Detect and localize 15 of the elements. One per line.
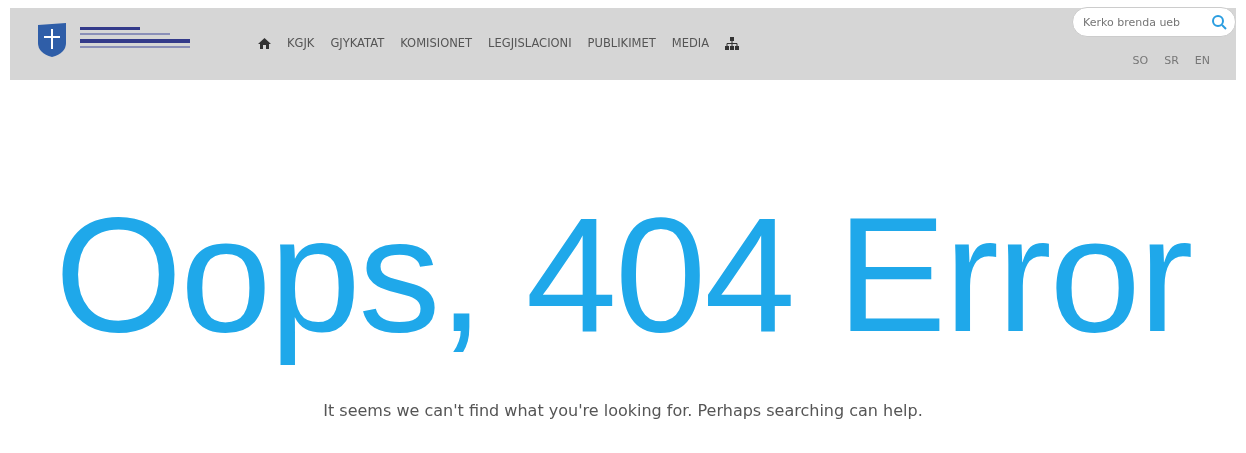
error-message: It seems we can't find what you're looking for. Perhaps searching can help.	[322, 400, 924, 422]
language-link[interactable]: EN	[1194, 53, 1210, 70]
search-field[interactable]: Kerko brenda ueb	[1072, 7, 1236, 37]
sitemap-icon[interactable]	[725, 37, 740, 51]
home-icon[interactable]	[258, 38, 271, 50]
nav-link[interactable]: KGJK	[287, 35, 315, 53]
error-heading: Oops, 404 Error	[54, 182, 1192, 368]
language-link[interactable]: SO	[1132, 53, 1149, 70]
nav-link[interactable]: GJYKATAT	[330, 35, 385, 53]
language-link[interactable]: SR	[1164, 53, 1179, 70]
nav-link[interactable]: MEDIA	[671, 35, 710, 53]
search-icon[interactable]	[1211, 14, 1227, 30]
nav-link[interactable]: KOMISIONET	[400, 35, 473, 53]
nav-link[interactable]: PUBLIKIMET	[587, 35, 656, 53]
nav-link[interactable]: LEGJISLACIONI	[488, 35, 572, 53]
